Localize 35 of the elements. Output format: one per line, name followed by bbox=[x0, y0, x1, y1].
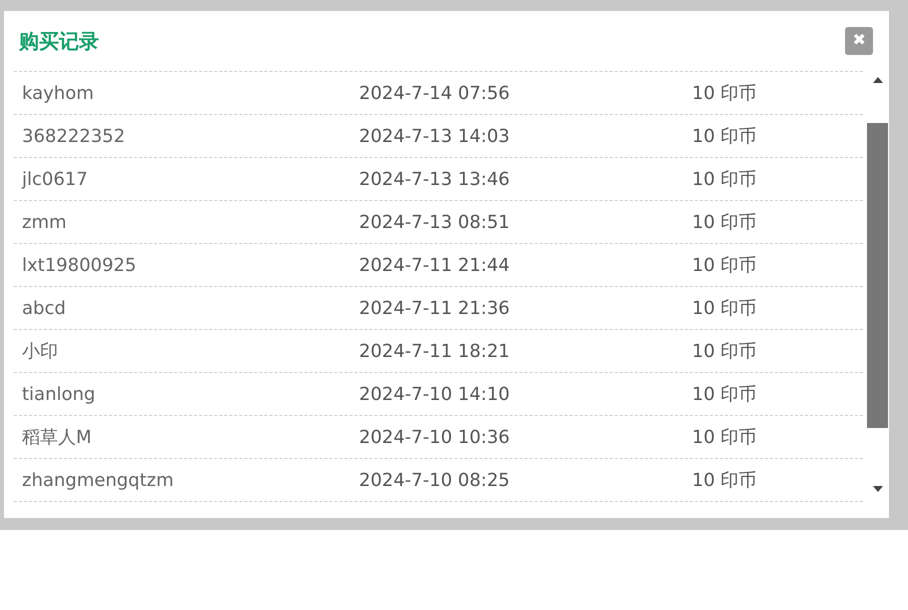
purchase-time: 2024-7-10 14:10 bbox=[359, 382, 511, 406]
buyer-name: 368222352 bbox=[21, 124, 126, 148]
purchase-amount: 10 印币 bbox=[692, 468, 757, 492]
purchase-time: 2024-7-13 14:03 bbox=[359, 124, 511, 148]
buyer-name: zmm bbox=[21, 210, 68, 234]
purchase-time: 2024-7-10 10:36 bbox=[359, 426, 511, 450]
dialog-title: 购买记录 bbox=[19, 28, 99, 55]
buyer-name: abcd bbox=[21, 296, 67, 320]
purchase-amount: 10 印币 bbox=[692, 340, 757, 364]
buyer-name: tianlong bbox=[21, 382, 96, 406]
purchase-time: 2024-7-11 21:44 bbox=[359, 254, 511, 278]
purchase-time: 2024-7-11 18:21 bbox=[359, 340, 511, 364]
buyer-name: kayhom bbox=[21, 82, 95, 106]
purchase-time: 2024-7-14 07:56 bbox=[359, 82, 511, 106]
purchase-amount: 10 印币 bbox=[692, 426, 757, 450]
buyer-name: 稻草人M bbox=[21, 426, 93, 450]
purchase-time: 2024-7-10 08:25 bbox=[359, 468, 511, 492]
purchase-time: 2024-7-11 21:36 bbox=[359, 296, 511, 320]
close-button[interactable]: ✖ bbox=[845, 27, 873, 55]
buyer-name: zhangmengqtzm bbox=[21, 468, 175, 492]
scroll-up-icon[interactable] bbox=[873, 77, 883, 83]
buyer-name: 小印 bbox=[21, 340, 59, 364]
purchase-amount: 10 印币 bbox=[692, 82, 757, 106]
buyer-name: jlc0617 bbox=[20, 168, 89, 192]
buyer-name: lxt19800925 bbox=[21, 254, 138, 278]
purchase-amount: 10 印币 bbox=[692, 296, 757, 320]
purchase-amount: 10 印币 bbox=[692, 382, 757, 406]
purchase-amount: 10 印币 bbox=[692, 124, 757, 148]
purchase-time: 2024-7-13 08:51 bbox=[359, 210, 511, 234]
purchase-time: 2024-7-13 13:46 bbox=[359, 168, 511, 192]
purchase-amount: 10 印币 bbox=[692, 168, 757, 192]
purchase-amount: 10 印币 bbox=[692, 254, 757, 278]
purchase-amount: 10 印币 bbox=[692, 210, 757, 234]
scroll-down-icon[interactable] bbox=[873, 486, 883, 492]
scroll-thumb[interactable] bbox=[867, 123, 888, 428]
